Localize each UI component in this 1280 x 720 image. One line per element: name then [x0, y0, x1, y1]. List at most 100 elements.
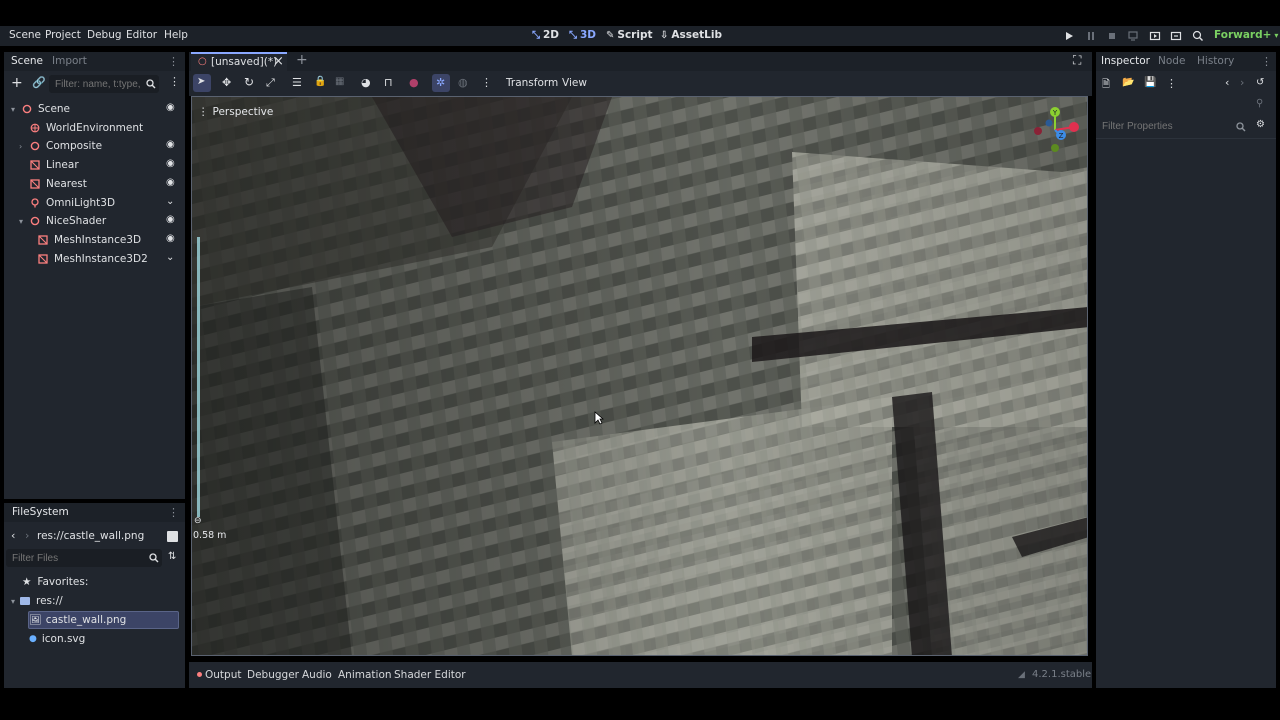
visibility-icon[interactable]: ◉ — [166, 159, 175, 169]
visibility-icon[interactable]: ◉ — [166, 177, 175, 188]
property-filter-input[interactable] — [1096, 117, 1248, 135]
3d-viewport[interactable]: ⋮ Perspective ⊖ 0.58 m Y Z — [191, 96, 1088, 656]
current-path[interactable]: res://castle_wall.png — [37, 530, 144, 542]
filesystem-filter-input[interactable] — [6, 549, 162, 567]
local-space-icon[interactable]: ◕ — [361, 76, 371, 89]
transform-menu[interactable]: Transform — [506, 77, 558, 89]
play-icon[interactable] — [1063, 30, 1075, 42]
visibility-icon[interactable]: ◉ — [166, 215, 175, 225]
scene-tree-node[interactable]: WorldEnvironment — [19, 119, 143, 137]
move-tool-icon[interactable]: ✥ — [222, 76, 231, 89]
chevron-down-icon[interactable]: ▾ — [19, 217, 25, 226]
scale-tool-icon[interactable]: ⤢ — [266, 76, 275, 90]
instance-scene-icon[interactable]: 🔗 — [32, 76, 46, 89]
select-tool-icon[interactable]: ➤ — [197, 76, 205, 87]
visibility-icon[interactable]: ◉ — [166, 233, 175, 244]
tab-3d[interactable]: ⤡ 3D — [569, 29, 596, 41]
object-history-icon[interactable]: ↺ — [1256, 77, 1264, 88]
dock-menu-icon[interactable]: ⋮ — [1261, 55, 1272, 68]
perspective-menu[interactable]: ⋮ Perspective — [198, 106, 273, 118]
globe-icon[interactable]: ◍ — [458, 76, 468, 89]
scene-filter-input[interactable] — [49, 75, 159, 93]
scene-tree-node[interactable]: › Composite — [19, 137, 102, 155]
tab-unsaved-scene[interactable]: ○ [unsaved](*) × — [191, 52, 287, 71]
more-options-icon[interactable]: ⋮ — [481, 76, 492, 89]
scene-tree-node[interactable]: Linear — [19, 156, 79, 174]
menu-editor[interactable]: Editor — [126, 29, 157, 41]
file-row-castle-wall[interactable]: 🖼 castle_wall.png — [29, 611, 126, 629]
open-resource-icon[interactable]: 📂 — [1122, 77, 1134, 88]
res-folder-row[interactable]: ▾ res:// — [11, 592, 63, 610]
scene-tree-node[interactable]: ▾ Scene — [11, 100, 70, 118]
scene-tree-node[interactable]: MeshInstance3D — [27, 231, 141, 249]
hidden-visibility-icon[interactable]: ⌄ — [166, 252, 174, 263]
sun-preview-icon[interactable]: ● — [409, 76, 419, 89]
back-icon[interactable]: ‹ — [11, 529, 15, 542]
scene-tree-node[interactable]: OmniLight3D — [19, 194, 115, 212]
add-node-icon[interactable]: + — [11, 75, 23, 91]
close-icon[interactable]: × — [273, 54, 284, 69]
tab-debugger[interactable]: Debugger — [247, 669, 299, 681]
tab-filesystem[interactable]: FileSystem — [12, 506, 69, 518]
sort-icon[interactable]: ⇅ — [168, 551, 176, 562]
play-custom-scene-icon[interactable] — [1170, 30, 1182, 42]
favorites-row[interactable]: ★ Favorites: — [22, 573, 88, 591]
snap-icon[interactable]: ⊓ — [384, 76, 393, 89]
movie-maker-icon[interactable] — [1192, 30, 1204, 42]
visibility-icon[interactable]: ◉ — [166, 140, 175, 150]
rotate-tool-icon[interactable]: ↻ — [244, 75, 254, 89]
distraction-free-icon[interactable]: ⛶ — [1073, 53, 1081, 68]
tab-assetlib[interactable]: ⇩ AssetLib — [660, 29, 722, 41]
tab-scene[interactable]: Scene — [11, 55, 43, 67]
play-scene-icon[interactable] — [1149, 30, 1161, 42]
chevron-right-icon[interactable]: › — [19, 142, 25, 151]
new-resource-icon[interactable]: 🗎 — [1102, 77, 1110, 94]
pause-icon[interactable] — [1085, 30, 1097, 42]
chevron-down-icon[interactable]: ▾ — [11, 105, 17, 114]
visibility-icon[interactable]: ◉ — [166, 103, 175, 113]
object-properties-icon[interactable]: ⚲ — [1256, 98, 1263, 109]
menu-scene[interactable]: Scene — [9, 29, 41, 41]
tab-2d[interactable]: ⤡ 2D — [532, 29, 559, 41]
add-scene-tab-icon[interactable]: + — [296, 52, 308, 68]
main-menu-bar: Scene Project Debug Editor Help ⤡ 2D ⤡ 3… — [0, 26, 1280, 46]
stop-icon[interactable] — [1106, 30, 1118, 42]
tab-history[interactable]: History — [1197, 55, 1234, 67]
environment-preview-icon[interactable]: ✲ — [436, 76, 445, 89]
dock-menu-icon[interactable]: ⋮ — [168, 55, 179, 68]
inspector-settings-icon[interactable]: ⚙ — [1256, 119, 1265, 130]
tab-node[interactable]: Node — [1158, 55, 1185, 67]
history-forward-icon[interactable]: › — [1240, 76, 1244, 89]
menu-project[interactable]: Project — [45, 29, 81, 41]
resource-menu-icon[interactable]: ⋮ — [1166, 77, 1177, 90]
scene-tree-node[interactable]: ▾ NiceShader — [19, 212, 106, 230]
hidden-visibility-icon[interactable]: ⌄ — [166, 196, 174, 207]
tab-output[interactable]: Output — [205, 669, 241, 681]
list-select-icon[interactable]: ☰ — [292, 76, 302, 89]
scene-tree-node[interactable]: MeshInstance3D2 — [27, 250, 148, 268]
tab-import[interactable]: Import — [52, 55, 87, 67]
scene-options-icon[interactable]: ⋮ — [169, 75, 180, 88]
save-resource-icon[interactable]: 💾 — [1144, 77, 1156, 88]
split-mode-icon[interactable] — [167, 531, 178, 542]
tab-animation[interactable]: Animation — [338, 669, 392, 681]
tab-inspector[interactable]: Inspector — [1101, 55, 1150, 67]
scene-tree-node[interactable]: Nearest — [19, 175, 87, 193]
tab-shader-editor[interactable]: Shader Editor — [394, 669, 466, 681]
renderer-selector[interactable]: Forward+ ▾ — [1214, 29, 1278, 41]
lock-icon[interactable]: 🔒 — [314, 76, 326, 87]
remote-debug-icon[interactable] — [1127, 30, 1139, 42]
forward-icon[interactable]: › — [25, 529, 29, 542]
view-menu[interactable]: View — [562, 77, 587, 89]
menu-debug[interactable]: Debug — [87, 29, 122, 41]
tab-audio[interactable]: Audio — [302, 669, 332, 681]
dock-menu-icon[interactable]: ⋮ — [168, 506, 179, 519]
history-back-icon[interactable]: ‹ — [1225, 76, 1229, 89]
zoom-slider[interactable] — [197, 237, 200, 517]
view-gizmo[interactable]: Y Z — [1030, 105, 1080, 155]
file-row-icon-svg[interactable]: ● icon.svg — [29, 630, 85, 648]
version-label[interactable]: 4.2.1.stable — [1032, 669, 1091, 680]
group-icon[interactable]: ▦ — [335, 76, 344, 87]
tab-script[interactable]: ✎ Script — [606, 29, 653, 41]
menu-help[interactable]: Help — [164, 29, 188, 41]
